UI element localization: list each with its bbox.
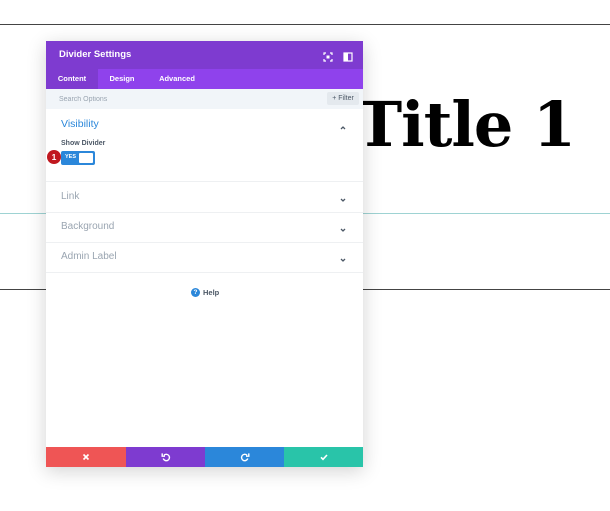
- panel-title: Divider Settings: [59, 49, 132, 60]
- undo-button[interactable]: [126, 447, 205, 467]
- search-input[interactable]: [59, 92, 309, 106]
- save-button[interactable]: [284, 447, 363, 467]
- search-row: + Filter: [46, 89, 363, 109]
- chevron-up-icon[interactable]: [338, 120, 348, 130]
- chevron-down-icon[interactable]: [338, 252, 348, 262]
- help-icon: ?: [191, 288, 200, 297]
- divider-settings-panel: Divider Settings Content Design Advanced…: [46, 41, 363, 467]
- help-label: Help: [203, 288, 220, 297]
- background-page-title: Title 1: [356, 88, 576, 161]
- close-icon: [82, 453, 90, 461]
- filter-button[interactable]: + Filter: [327, 92, 359, 105]
- section-admin-label[interactable]: Admin Label: [46, 242, 363, 273]
- redo-button[interactable]: [205, 447, 284, 467]
- toggle-state-label: YES: [65, 154, 77, 160]
- show-divider-toggle[interactable]: YES: [61, 151, 95, 165]
- panel-header: Divider Settings: [46, 41, 363, 69]
- tab-content[interactable]: Content: [46, 69, 98, 89]
- cancel-button[interactable]: [46, 447, 126, 467]
- panel-footer: [46, 447, 363, 467]
- tab-bar: Content Design Advanced: [46, 69, 363, 89]
- section-background-title: Background: [61, 221, 115, 232]
- chevron-down-icon[interactable]: [338, 222, 348, 232]
- divider-line-top: [0, 24, 610, 25]
- section-background[interactable]: Background: [46, 212, 363, 243]
- expand-icon[interactable]: [323, 49, 333, 62]
- show-divider-label: Show Divider: [61, 140, 106, 147]
- sidebar-icon[interactable]: [343, 49, 353, 62]
- redo-icon: [240, 453, 249, 462]
- tab-design[interactable]: Design: [102, 69, 142, 89]
- section-admin-label-title: Admin Label: [61, 251, 117, 262]
- toggle-knob: [79, 153, 93, 163]
- tab-advanced[interactable]: Advanced: [150, 69, 204, 89]
- undo-icon: [161, 453, 170, 462]
- section-link-title: Link: [61, 191, 80, 202]
- section-link[interactable]: Link: [46, 182, 363, 213]
- step-number-badge: 1: [47, 150, 61, 164]
- check-icon: [319, 454, 328, 461]
- section-visibility: Visibility Show Divider YES: [46, 109, 363, 182]
- chevron-down-icon[interactable]: [338, 192, 348, 202]
- section-visibility-title[interactable]: Visibility: [61, 118, 99, 130]
